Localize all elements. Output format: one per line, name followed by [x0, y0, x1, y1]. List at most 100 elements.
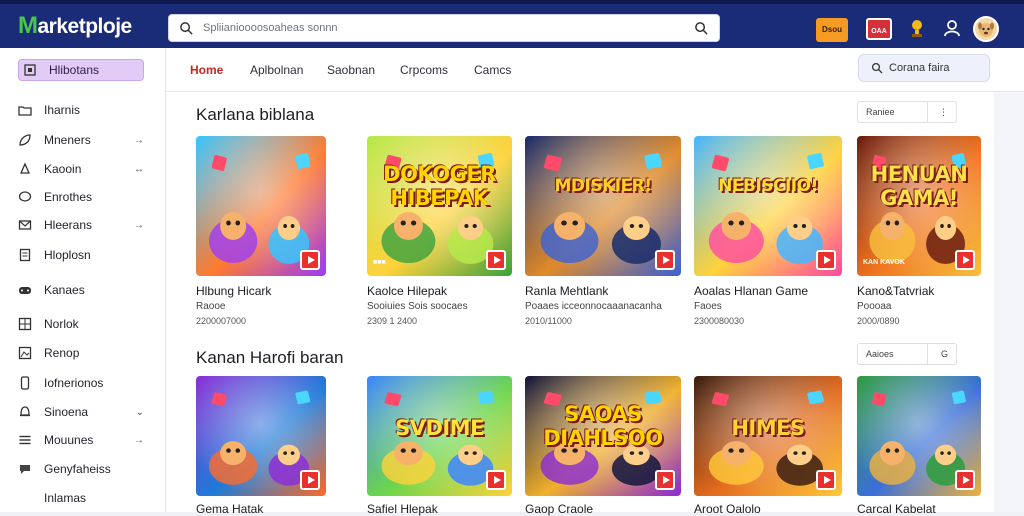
folder-icon	[18, 106, 32, 116]
play-icon[interactable]	[816, 470, 836, 490]
game-card-title[interactable]: Safiel Hlepak	[367, 502, 438, 516]
game-art-title: DOKOGER HIBEPAK	[383, 162, 496, 210]
sidebar-item-label: Hloplosn	[44, 248, 91, 262]
game-card-title[interactable]: Ranla Mehtlank	[525, 284, 608, 298]
sidebar: Hlibotans Iharnis Mneners → Kaooin ↔ Enrothes H…	[0, 48, 166, 512]
game-card-title[interactable]: Aroot Oalolo	[694, 502, 761, 516]
tab-home[interactable]: Home	[190, 63, 223, 77]
sidebar-item-label: Iofnerionos	[44, 376, 104, 390]
sidebar-item-5[interactable]: Hleerans →	[18, 214, 144, 236]
tab-saobnan[interactable]: Saobnan	[327, 63, 375, 77]
sidebar-item-7[interactable]: Kanaes	[18, 279, 144, 301]
sidebar-item-8[interactable]: Norlok	[18, 313, 144, 335]
chevron-icon[interactable]: ↔	[134, 164, 144, 175]
sidebar-item-10[interactable]: Iofnerionos	[18, 372, 144, 394]
quick-search-chip[interactable]: Corana faira	[858, 54, 990, 82]
game-card-title[interactable]: Kaolce Hilepak	[367, 284, 447, 298]
game-card[interactable]	[196, 136, 326, 276]
play-icon[interactable]	[655, 250, 675, 270]
chevron-icon[interactable]: →	[134, 435, 144, 446]
play-icon[interactable]	[955, 250, 975, 270]
app-logo[interactable]: Marketploje	[18, 12, 132, 40]
red-badge-button[interactable]: OAA	[866, 18, 892, 40]
sidebar-item-11[interactable]: Sinoena ⌄	[18, 401, 144, 423]
table-icon	[18, 317, 32, 331]
sidebar-item-0[interactable]: Hlibotans	[18, 59, 144, 81]
tab-crpcoms[interactable]: Crpcoms	[400, 63, 448, 77]
bell-icon	[20, 406, 30, 417]
game-card-title[interactable]: Gaop Craole	[525, 502, 593, 516]
game-card[interactable]: HIMES	[694, 376, 842, 496]
game-card[interactable]: HENUAN GAMA! KAN KAVOK	[857, 136, 981, 276]
avatar[interactable]	[973, 16, 999, 42]
grid-icon	[24, 64, 36, 76]
search-submit-icon[interactable]	[694, 21, 709, 36]
refresh-icon: G	[940, 349, 948, 359]
speech-icon	[20, 465, 30, 474]
game-card[interactable]: NEBISCIIO!	[694, 136, 842, 276]
sidebar-item-6[interactable]: Hloplosn	[18, 244, 144, 266]
game-card[interactable]	[196, 376, 326, 496]
search-bar[interactable]: Spliianioooosoaheas sonnn	[168, 14, 720, 42]
sidebar-item-12[interactable]: Mouunes →	[18, 429, 144, 451]
chevron-icon[interactable]: →	[134, 135, 144, 146]
game-card-meta: 2309 1 2400	[367, 316, 418, 326]
game-card-title[interactable]: Kano&Tatvriak	[857, 284, 934, 298]
card-corner-label: KAN KAVOK	[863, 259, 905, 266]
sidebar-item-label: Inlamas	[44, 491, 87, 505]
search-input[interactable]: Spliianioooosoaheas sonnn	[203, 22, 338, 34]
gamepad-icon	[19, 287, 31, 294]
section-sort-select-2[interactable]: Aaioes G	[857, 343, 957, 365]
game-card-subtitle: Sooiuies Sois soocaes	[367, 301, 468, 312]
game-card[interactable]	[857, 376, 981, 496]
sidebar-item-label: Hleerans	[44, 218, 93, 232]
play-icon[interactable]	[816, 250, 836, 270]
play-icon[interactable]	[300, 250, 320, 270]
trophy-icon[interactable]	[906, 17, 928, 39]
play-icon[interactable]	[655, 470, 675, 490]
play-icon[interactable]	[955, 470, 975, 490]
game-card-title[interactable]: Hlbung Hicark	[196, 284, 271, 298]
sidebar-item-label: Mouunes	[44, 433, 94, 447]
drop-icon	[19, 162, 31, 174]
image-icon	[18, 346, 32, 360]
game-card-subtitle: Poooaa	[857, 301, 892, 312]
search-icon	[180, 22, 193, 35]
game-card[interactable]: DOKOGER HIBEPAK ■■■	[367, 136, 512, 276]
game-card[interactable]: SVDIME	[367, 376, 512, 496]
tab-camcs[interactable]: Camcs	[474, 63, 511, 77]
sidebar-item-3[interactable]: Kaooin ↔	[18, 158, 144, 180]
sidebar-item-label: Enrothes	[44, 190, 93, 204]
sidebar-item-2[interactable]: Mneners →	[18, 129, 144, 151]
sidebar-item-1[interactable]: Iharnis	[18, 99, 144, 121]
top-bar: Marketploje Spliianioooosoaheas sonnn Ds…	[0, 0, 1024, 48]
chevron-icon[interactable]: ⌄	[136, 407, 144, 418]
sidebar-item-13[interactable]: Genyfaheiss	[18, 458, 144, 480]
sidebar-item-label: Norlok	[44, 317, 79, 331]
section-sort-select-1[interactable]: Raniee ⋮	[857, 101, 957, 123]
tab-aplbolnan[interactable]: Aplbolnan	[250, 63, 303, 77]
sidebar-item-label: Renop	[44, 346, 80, 360]
sidebar-item-14[interactable]: Inlamas	[18, 487, 144, 509]
game-art-title: MDISKIER!	[554, 176, 652, 196]
game-card-title[interactable]: Aoalas Hlanan Game	[694, 284, 808, 298]
search-icon	[871, 62, 883, 74]
sidebar-item-9[interactable]: Renop	[18, 342, 144, 364]
sidebar-item-4[interactable]: Enrothes	[18, 186, 144, 208]
play-icon[interactable]	[300, 470, 320, 490]
game-card[interactable]: MDISKIER!	[525, 136, 681, 276]
game-card[interactable]: SAOAS DIAHLSOO	[525, 376, 681, 496]
play-icon[interactable]	[486, 470, 506, 490]
sidebar-item-label: Iharnis	[44, 103, 81, 117]
play-icon[interactable]	[486, 250, 506, 270]
game-card-title[interactable]: Gema Hatak	[196, 502, 263, 516]
user-icon[interactable]	[941, 17, 963, 39]
menu-icon	[19, 435, 31, 445]
chevron-icon[interactable]: →	[134, 220, 144, 231]
orange-action-button[interactable]: Dsou	[816, 18, 848, 42]
game-card-subtitle: Faoes	[694, 301, 722, 312]
game-card-meta: 2300080030	[694, 316, 745, 326]
game-art-title: HENUAN GAMA!	[870, 162, 968, 210]
game-card-title[interactable]: Carcal Kabelat	[857, 502, 936, 516]
sidebar-item-label: Sinoena	[44, 405, 89, 419]
